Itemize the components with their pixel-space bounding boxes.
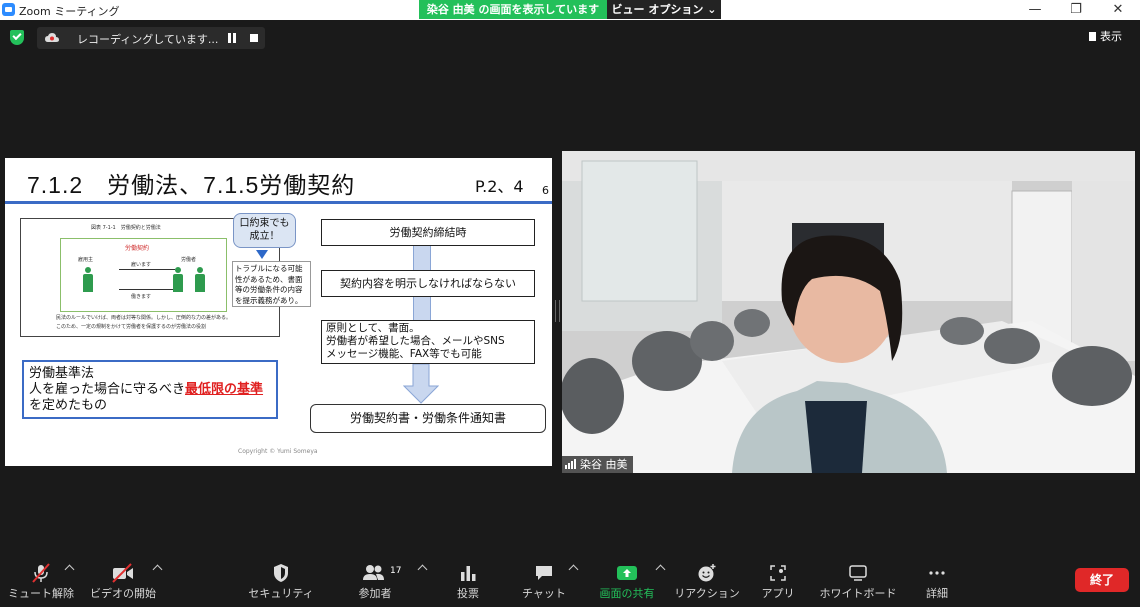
contract-label: 労働契約: [125, 245, 150, 252]
flow-step-2: 契約内容を明示しなければならない: [321, 270, 535, 297]
chat-bubble-icon: [536, 566, 552, 580]
figure-caption: 図表 7-1-1 労働契約と労働法: [91, 225, 161, 231]
whiteboard-label: ホワイトボード: [819, 587, 897, 600]
shared-screen-slide: 7.1.2 労働法、7.1.5労働契約 P.2、4 6 図表 7-1-1 労働契…: [5, 158, 552, 466]
worker-person-icon: [195, 267, 205, 293]
flow-connector: [413, 246, 431, 270]
share-screen-icon: [617, 566, 637, 580]
screen-share-banner: 染谷 由美 の画面を表示しています: [419, 0, 607, 19]
work-arrow: [119, 289, 175, 290]
employer-label: 雇用主: [78, 257, 94, 263]
trouble-note: トラブルになる可能性があるため、書面等の労働条件の内容を提示義務があり。: [232, 261, 311, 307]
polls-button[interactable]: 投票: [435, 552, 501, 607]
apps-label: アプリ: [761, 587, 795, 600]
view-options-button[interactable]: ビュー オプション ⌄: [607, 0, 721, 19]
poll-chart-icon: [461, 566, 476, 581]
more-label: 詳細: [926, 587, 948, 600]
participant-name-tag: 染谷 由美: [562, 456, 633, 473]
whiteboard-button[interactable]: ホワイトボード: [818, 552, 898, 607]
unmute-label: ミュート解除: [8, 587, 74, 600]
pause-recording-button[interactable]: [225, 32, 239, 44]
law-title: 労働基準法: [29, 366, 95, 381]
close-button[interactable]: ✕: [1103, 1, 1133, 19]
video-off-icon: [112, 563, 133, 583]
unmute-button[interactable]: ミュート解除: [8, 552, 74, 607]
recording-label: レコーディングしています...: [77, 33, 219, 46]
security-button[interactable]: セキュリティ: [248, 552, 314, 607]
video-frame: [562, 151, 1135, 473]
restore-button[interactable]: ❐: [1061, 1, 1091, 19]
participant-name: 染谷 由美: [580, 458, 628, 471]
security-label: セキュリティ: [248, 587, 314, 600]
share-screen-button[interactable]: 画面の共有: [594, 552, 660, 607]
security-shield-icon[interactable]: [10, 30, 24, 45]
flow-step-3: 原則として、書面。 労働者が希望した場合、メールやSNS メッセージ機能、FAX…: [321, 320, 535, 364]
participant-video[interactable]: 染谷 由美: [562, 151, 1135, 473]
participants-options-chevron-icon[interactable]: [417, 564, 428, 575]
panel-icon: [1089, 32, 1096, 41]
worker-label: 労働者: [181, 257, 197, 263]
figure-note: 民法のルールでいけば、両者は対等な関係。しかし、圧倒的な力の差がある。: [56, 315, 232, 321]
worker-person-icon: [173, 267, 183, 293]
minimize-button[interactable]: —: [1020, 1, 1050, 19]
start-video-label: ビデオの開始: [90, 587, 156, 600]
law-description-end: を定めたもの: [29, 398, 108, 413]
stop-recording-button[interactable]: [250, 34, 258, 42]
law-description: 人を雇った場合に守るべき最低限の基準: [29, 382, 264, 397]
split-view-handle[interactable]: [555, 300, 560, 322]
participants-icon: [363, 565, 384, 580]
microphone-muted-icon: [32, 563, 50, 583]
shield-icon: [274, 564, 288, 582]
more-dots-icon: [929, 571, 945, 575]
reactions-button[interactable]: リアクション: [674, 552, 740, 607]
slide-title: 7.1.2 労働法、7.1.5労働契約: [27, 172, 356, 198]
hire-arrow: [119, 269, 175, 270]
whiteboard-icon: [849, 565, 867, 581]
slide-copyright: Copyright © Yumi Someya: [238, 448, 318, 455]
window-title: Zoom ミーティング: [19, 5, 120, 18]
signal-strength-icon: [565, 459, 577, 469]
apps-button[interactable]: アプリ: [745, 552, 811, 607]
chat-button[interactable]: チャット: [511, 552, 577, 607]
participants-button[interactable]: 17 参加者: [342, 552, 408, 607]
polls-label: 投票: [457, 587, 479, 600]
flow-down-arrow-icon: [403, 364, 439, 404]
slide-page-ref: P.2、4: [475, 177, 524, 196]
bubble-text: 口約束でも 成立！: [239, 218, 290, 242]
reactions-label: リアクション: [674, 587, 740, 600]
apps-icon: [770, 565, 786, 581]
slide-number: 6: [542, 184, 549, 197]
flow-step-1: 労働契約締結時: [321, 219, 535, 246]
flow-connector: [413, 297, 431, 320]
labor-standards-box: 労働基準法 人を雇った場合に守るべき最低限の基準 を定めたもの: [22, 360, 278, 419]
smiley-plus-icon: [698, 564, 716, 582]
participants-label: 参加者: [358, 587, 392, 600]
participants-count: 17: [390, 566, 402, 576]
chat-label: チャット: [522, 587, 566, 600]
verbal-promise-bubble: 口約束でも 成立！: [233, 213, 296, 248]
show-view-button[interactable]: 表示: [1089, 28, 1122, 44]
flow-final-step: 労働契約書・労働条件通知書: [310, 404, 546, 433]
recording-indicator: レコーディングしています...: [37, 27, 265, 49]
hire-label: 雇います: [131, 262, 152, 268]
cloud-record-icon: [45, 33, 59, 42]
law-emphasis: 最低限の基準: [185, 382, 264, 397]
meeting-toolbar: ミュート解除 ビデオの開始 セキュリティ 17 参加者 投票 チャット 画面の共…: [0, 552, 1140, 607]
figure-note: このため、一定の規制をかけて労働者を保護するのが労働法の役割: [56, 324, 207, 330]
contract-diagram: 労働契約 雇用主 労働者 雇います 働きます: [60, 238, 227, 312]
down-arrow-icon: [256, 250, 268, 259]
start-video-button[interactable]: ビデオの開始: [90, 552, 156, 607]
end-meeting-button[interactable]: 終了: [1075, 568, 1129, 592]
slide-title-rule: [5, 201, 552, 204]
employer-person-icon: [83, 267, 93, 293]
more-button[interactable]: 詳細: [904, 552, 970, 607]
share-screen-label: 画面の共有: [599, 587, 655, 600]
show-view-label: 表示: [1100, 30, 1122, 43]
work-label: 働きます: [131, 294, 152, 300]
zoom-logo-icon: [2, 3, 15, 16]
